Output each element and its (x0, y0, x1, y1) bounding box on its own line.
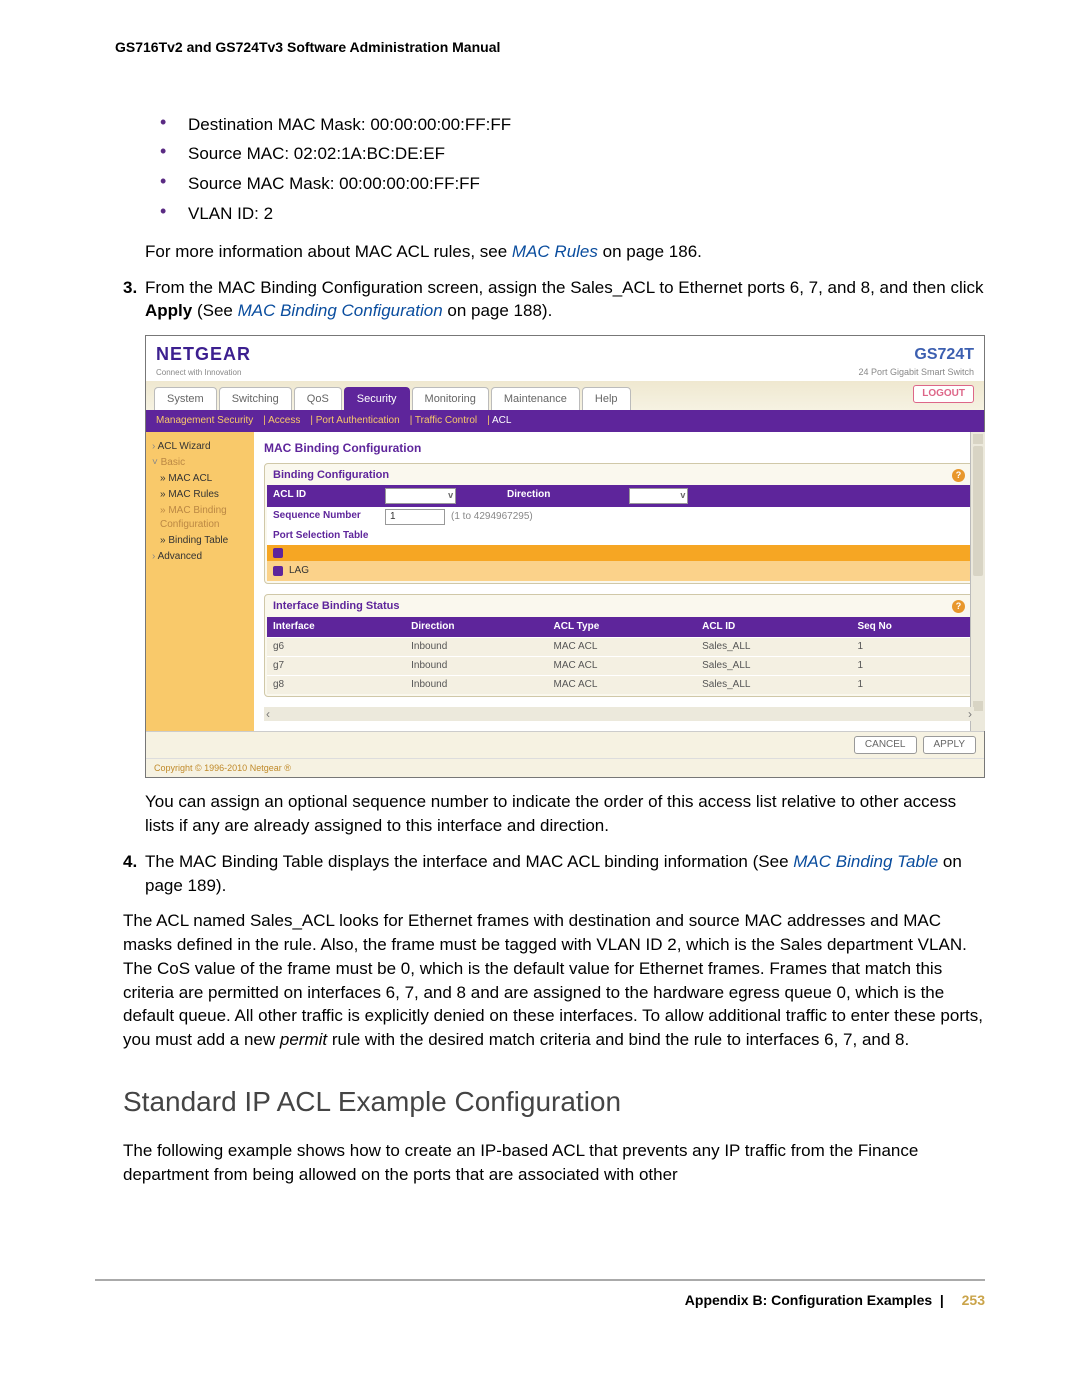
tab-maintenance[interactable]: Maintenance (491, 387, 580, 410)
section-heading: Standard IP ACL Example Configuration (123, 1082, 985, 1121)
label-acl-id: ACL ID (267, 485, 379, 507)
bullet-item: VLAN ID: 2 (160, 202, 985, 226)
nav-mac-acl[interactable]: » MAC ACL (160, 472, 248, 486)
paragraph: You can assign an optional sequence numb… (145, 790, 985, 838)
link-mac-binding-table[interactable]: MAC Binding Table (793, 852, 938, 871)
label-port-selection: Port Selection Table (267, 527, 379, 545)
nav-binding-table[interactable]: » Binding Table (160, 534, 248, 548)
panel-title: Binding Configuration (273, 468, 389, 483)
apply-button[interactable]: APPLY (923, 736, 977, 754)
subnav-acl[interactable]: ACL (492, 415, 511, 426)
cancel-button[interactable]: CANCEL (854, 736, 917, 754)
product-subtitle: 24 Port Gigabit Smart Switch (858, 366, 974, 379)
subnav-access[interactable]: Access (268, 415, 300, 426)
logout-button[interactable]: LOGOUT (913, 385, 974, 403)
label-sequence-number: Sequence Number (267, 507, 379, 527)
step-4: 4. The MAC Binding Table displays the in… (123, 850, 985, 898)
product-name: GS724T24 Port Gigabit Smart Switch (858, 344, 974, 379)
info-paragraph: For more information about MAC ACL rules… (145, 240, 985, 264)
lag-label: LAG (289, 564, 309, 578)
sub-nav-bar: Management Security| Access| Port Authen… (146, 410, 984, 432)
th-acl-type: ACL Type (548, 617, 697, 638)
tab-system[interactable]: System (154, 387, 217, 410)
link-mac-rules[interactable]: MAC Rules (512, 242, 598, 261)
tab-security[interactable]: Security (344, 387, 410, 410)
footer-section: Appendix B: Configuration Examples (685, 1292, 932, 1308)
th-seq-no: Seq No (851, 617, 971, 638)
tab-monitoring[interactable]: Monitoring (412, 387, 489, 410)
table-row: g6InboundMAC ACLSales_ALL1 (267, 637, 971, 656)
th-interface: Interface (267, 617, 405, 638)
binding-status-table: Interface Direction ACL Type ACL ID Seq … (267, 617, 971, 694)
text-bold: Apply (145, 301, 192, 320)
vertical-scrollbar[interactable] (970, 432, 985, 731)
main-title: MAC Binding Configuration (264, 440, 974, 457)
subnav-mgmt-security[interactable]: Management Security (156, 415, 253, 426)
page-number: 253 (962, 1292, 985, 1308)
subnav-traffic-control[interactable]: Traffic Control (415, 415, 477, 426)
select-acl-id[interactable]: Sales_ALL (385, 488, 456, 504)
nav-basic[interactable]: Basic (152, 456, 248, 470)
paragraph: The ACL named Sales_ACL looks for Ethern… (123, 909, 985, 1052)
tab-qos[interactable]: QoS (294, 387, 342, 410)
hint-sequence-range: (1 to 4294967295) (451, 511, 533, 522)
panel-interface-binding: Interface Binding Status ? Interface Dir… (264, 594, 974, 696)
step-3: 3. From the MAC Binding Configuration sc… (123, 276, 985, 324)
th-acl-id: ACL ID (696, 617, 851, 638)
text: on page 188). (443, 301, 553, 320)
text: rule with the desired match criteria and… (327, 1030, 909, 1049)
text-italic: permit (280, 1030, 327, 1049)
nav-acl-wizard[interactable]: ACL Wizard (152, 440, 248, 454)
subnav-port-auth[interactable]: Port Authentication (316, 415, 400, 426)
horizontal-scrollbar[interactable] (264, 707, 974, 721)
tab-bar: System Switching QoS Security Monitoring… (146, 381, 984, 410)
th-direction: Direction (405, 617, 547, 638)
bottom-bar: CANCEL APPLY (146, 731, 984, 758)
text: The ACL named Sales_ACL looks for Ethern… (123, 911, 983, 1049)
step-number: 3. (123, 276, 137, 300)
nav-mac-rules[interactable]: » MAC Rules (160, 488, 248, 502)
bullet-item: Source MAC Mask: 00:00:00:00:FF:FF (160, 172, 985, 196)
select-direction[interactable]: Inbound (629, 488, 688, 504)
footer: Appendix B: Configuration Examples | 253 (95, 1291, 985, 1311)
step-number: 4. (123, 850, 137, 874)
panel-binding-config: Binding Configuration ? ACL ID Sales_ALL… (264, 463, 974, 584)
text: For more information about MAC ACL rules… (145, 242, 512, 261)
port-row-expand[interactable] (267, 545, 971, 561)
label-direction: Direction (501, 485, 623, 507)
bullet-list: Destination MAC Mask: 00:00:00:00:FF:FF … (95, 113, 985, 226)
lag-row[interactable]: LAG (267, 561, 971, 581)
table-row: g8InboundMAC ACLSales_ALL1 (267, 675, 971, 694)
paragraph: The following example shows how to creat… (123, 1139, 985, 1187)
copyright-text: Copyright © 1996-2010 Netgear ® (146, 758, 984, 778)
link-mac-binding-config[interactable]: MAC Binding Configuration (238, 301, 443, 320)
doc-header: GS716Tv2 and GS724Tv3 Software Administr… (115, 38, 985, 58)
tab-help[interactable]: Help (582, 387, 631, 410)
nav-mac-binding-config[interactable]: » MAC Binding Configuration (160, 504, 248, 532)
panel-title: Interface Binding Status (273, 599, 400, 614)
text: on page 186. (598, 242, 702, 261)
footer-rule (95, 1279, 985, 1281)
text: The MAC Binding Table displays the inter… (145, 852, 793, 871)
tab-switching[interactable]: Switching (219, 387, 292, 410)
screenshot-netgear-ui: NETGEARConnect with Innovation GS724T24 … (145, 335, 985, 778)
main-panel: MAC Binding Configuration Binding Config… (254, 432, 984, 731)
table-row: g7InboundMAC ACLSales_ALL1 (267, 656, 971, 675)
text: From the MAC Binding Configuration scree… (145, 278, 984, 297)
text: (See (192, 301, 237, 320)
bullet-item: Source MAC: 02:02:1A:BC:DE:EF (160, 142, 985, 166)
brand-logo: NETGEARConnect with Innovation (156, 342, 251, 378)
help-icon[interactable]: ? (952, 469, 965, 482)
help-icon[interactable]: ? (952, 600, 965, 613)
brand-tagline: Connect with Innovation (156, 367, 251, 378)
input-sequence-number[interactable]: 1 (385, 509, 445, 525)
left-nav: ACL Wizard Basic » MAC ACL » MAC Rules »… (146, 432, 254, 731)
nav-advanced[interactable]: Advanced (152, 550, 248, 564)
bullet-item: Destination MAC Mask: 00:00:00:00:FF:FF (160, 113, 985, 137)
